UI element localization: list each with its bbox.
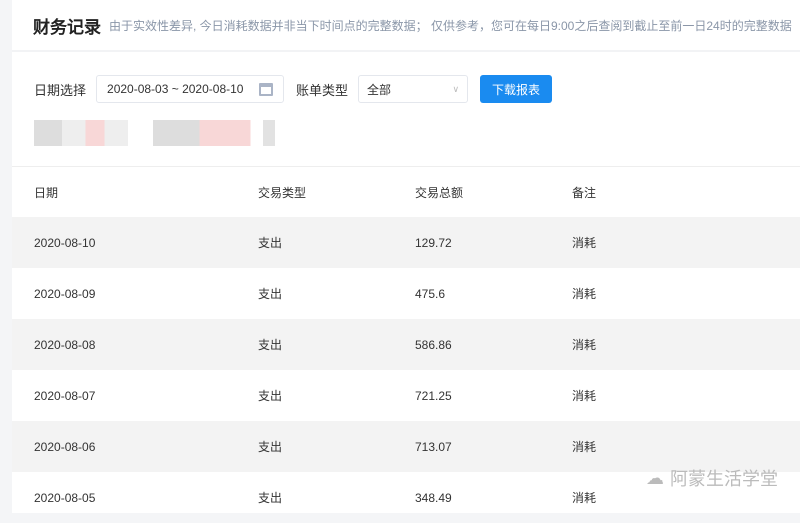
column-header: 交易类型 [258, 185, 307, 200]
table-cell: 支出 [258, 389, 283, 403]
table-cell: 支出 [258, 440, 283, 454]
date-range-picker[interactable]: 2020-08-03 ~ 2020-08-10 [96, 75, 285, 103]
date-label: 日期选择 [34, 82, 87, 98]
table-cell: 2020-08-05 [34, 490, 96, 505]
table-cell: 2020-08-06 [34, 439, 96, 454]
bill-type-select[interactable]: 全部 ∨ [358, 75, 469, 103]
date-range-value: 2020-08-03 ~ 2020-08-10 [107, 82, 244, 96]
blurred-content [34, 120, 128, 146]
chevron-down-icon: ∨ [452, 83, 460, 94]
table-cell: 475.6 [415, 286, 446, 301]
wechat-icon: ☁ [646, 467, 664, 488]
table-cell: 消耗 [572, 236, 597, 250]
table-cell: 2020-08-07 [34, 388, 96, 403]
watermark: ☁ 阿蒙生活学堂 [646, 465, 778, 491]
table-cell: 支出 [258, 236, 283, 250]
table-row: 2020-08-09 支出 475.6 消耗 [12, 268, 800, 319]
column-header: 日期 [34, 185, 59, 200]
table-cell: 2020-08-09 [34, 286, 96, 301]
table-cell: 129.72 [415, 235, 452, 250]
blurred-content [153, 120, 275, 146]
table-cell: 消耗 [572, 287, 597, 301]
table-row: 2020-08-07 支出 721.25 消耗 [12, 370, 800, 421]
table-cell: 348.49 [415, 490, 452, 505]
bill-type-value: 全部 [367, 82, 392, 97]
table-cell: 586.86 [415, 337, 452, 352]
table-cell: 2020-08-08 [34, 337, 96, 352]
table-row: 2020-08-10 支出 129.72 消耗 [12, 217, 800, 268]
data-notice: 由于实效性差异, 今日消耗数据并非当下时间点的完整数据； 仅供参考，您可在每日9… [109, 18, 792, 33]
table-cell: 消耗 [572, 491, 597, 505]
table-cell: 支出 [258, 338, 283, 352]
table-cell: 消耗 [572, 338, 597, 352]
page-title: 财务记录 [33, 17, 101, 37]
table-cell: 支出 [258, 491, 283, 505]
watermark-text: 阿蒙生活学堂 [670, 469, 778, 489]
calendar-icon [259, 82, 274, 96]
table-cell: 2020-08-10 [34, 235, 96, 250]
table-row: 2020-08-08 支出 586.86 消耗 [12, 319, 800, 370]
table-cell: 713.07 [415, 439, 452, 454]
table-cell: 消耗 [572, 389, 597, 403]
table-cell: 支出 [258, 287, 283, 301]
table-header: 日期 交易类型 交易总额 备注 [12, 166, 800, 217]
table-cell: 721.25 [415, 388, 452, 403]
column-header: 备注 [572, 185, 597, 200]
table-cell: 消耗 [572, 440, 597, 454]
download-report-button[interactable]: 下载报表 [480, 75, 553, 103]
column-header: 交易总额 [415, 185, 464, 200]
page-header: 财务记录 由于实效性差异, 今日消耗数据并非当下时间点的完整数据； 仅供参考，您… [12, 0, 800, 52]
finance-page: 财务记录 由于实效性差异, 今日消耗数据并非当下时间点的完整数据； 仅供参考，您… [12, 0, 800, 513]
type-label: 账单类型 [296, 82, 349, 98]
filter-bar: 日期选择 2020-08-03 ~ 2020-08-10 账单类型 全部 ∨ 下… [34, 75, 553, 103]
